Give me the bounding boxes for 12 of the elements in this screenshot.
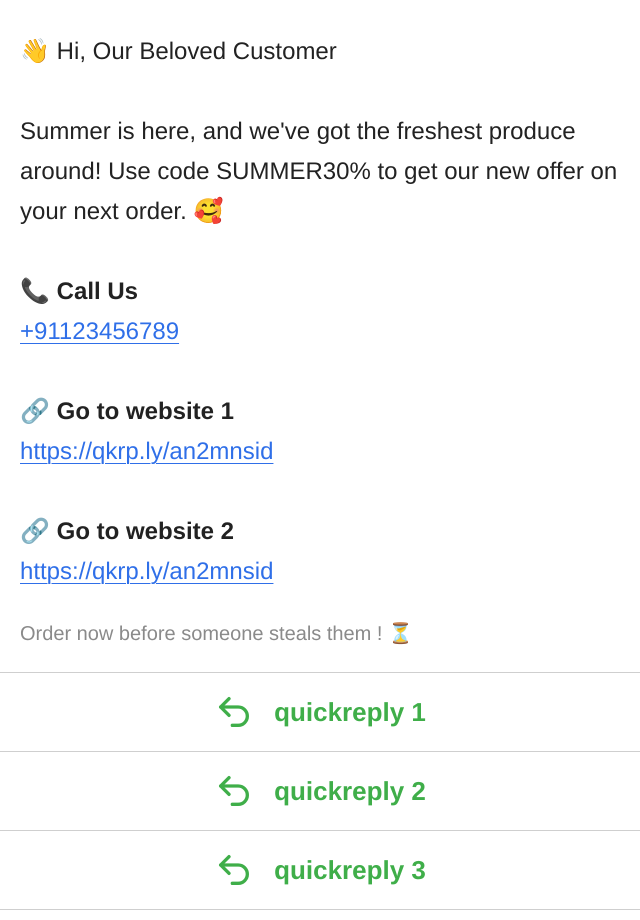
contact-heading: 🔗 Go to website 1 [20, 396, 234, 427]
contact-heading: 🔗 Go to website 2 [20, 516, 234, 547]
contact-heading: 📞 Call Us [20, 276, 138, 307]
contact-link[interactable]: https://qkrp.ly/an2mnsid [20, 552, 274, 592]
contact-link[interactable]: +91123456789 [20, 312, 180, 352]
footer-text: Order now before someone steals them ! ⏳ [20, 621, 414, 647]
message-body: Summer is here, and we've got the freshest produce around! Use code SUMMER30% to get our new offer on your next order. 🥰 [20, 117, 618, 227]
quick-reply-button[interactable]: quickreply 1 [0, 673, 640, 752]
quick-reply-button[interactable]: quickreply 3 [0, 831, 640, 910]
quick-reply-button[interactable]: quickreply 2 [0, 752, 640, 831]
greeting-text: 👋 Hi, Our Beloved Customer [20, 37, 338, 67]
contact-link[interactable]: https://qkrp.ly/an2mnsid [20, 432, 274, 472]
